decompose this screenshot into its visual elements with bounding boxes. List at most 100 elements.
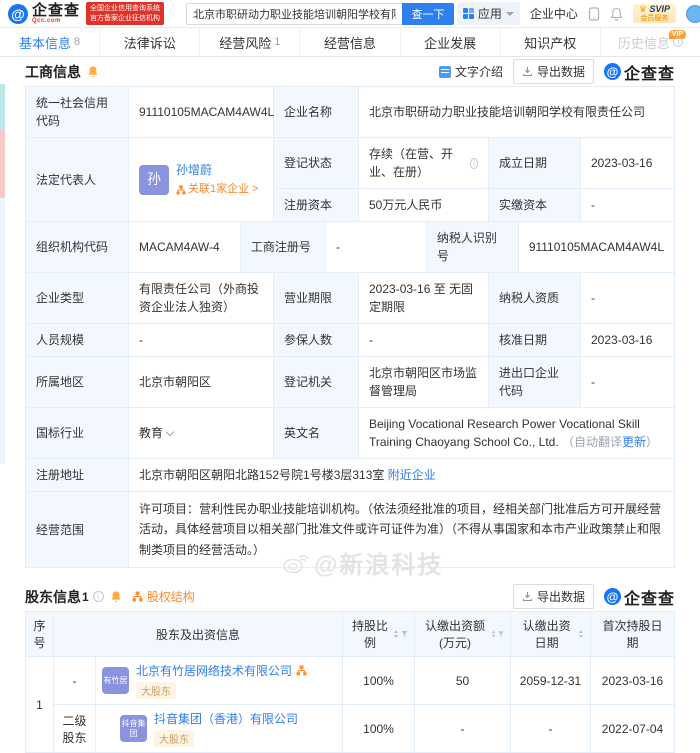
chevron-down-icon (505, 11, 514, 16)
qcc-watermark: @ 企查查 (603, 60, 675, 84)
field-label: 组织机构代码 (26, 222, 129, 272)
staff-size-value: - (129, 324, 274, 356)
column-header-amount[interactable]: 认缴出资额(万元) (414, 611, 511, 658)
business-info-table: 统一社会信用代码 91110105MACAM4AW4L 企业名称 北京市职研动力… (25, 86, 675, 569)
business-info-header: 工商信息 文字介绍 导出数据 @ 企查查 (0, 57, 700, 86)
text-intro-button[interactable]: 文字介绍 (438, 63, 503, 80)
filter-icon (401, 631, 408, 638)
info-icon[interactable]: i (469, 157, 478, 169)
notification-bell-icon[interactable] (610, 7, 623, 21)
taxpayer-id-value: 91110105MACAM4AW4L (528, 240, 664, 254)
tab-operating-info[interactable]: 经营信息 (300, 28, 401, 56)
qcc-logo-icon: @ (603, 63, 621, 80)
first-date-cell: 2023-03-16 (590, 656, 675, 706)
apps-menu[interactable]: 应用 (456, 2, 520, 25)
registered-capital-value: 50万元人民币 (359, 189, 489, 221)
status-value: 存续（在营、开业、在册） i (359, 138, 489, 188)
subscribe-bell-icon[interactable] (87, 65, 99, 78)
field-label: 参保人数 (274, 324, 359, 356)
tab-history-info[interactable]: 历史信息 VIP (601, 28, 700, 56)
shareholder-info-cell: 有竹居 北京有竹居网络技术有限公司 大股东 (95, 656, 343, 706)
qcc-brand[interactable]: @ 企查查 Qcc.com 全国企业信用查询系统 官方备案企业征信机构 (8, 2, 165, 25)
amount-cell: 50 (414, 656, 511, 706)
qcc-watermark: @ 企查查 (603, 585, 675, 609)
field-label: 国标行业 (26, 408, 129, 458)
registration-authority-value: 北京市朝阳区市场监督管理局 (359, 357, 489, 407)
company-logo: 抖音集团 (120, 715, 147, 743)
tab-intellectual-property[interactable]: 知识产权 (501, 28, 601, 56)
registered-address-value: 北京市朝阳区朝阳北路152号院1号楼3层313室 附近企业 (139, 466, 436, 484)
sort-icon (491, 630, 496, 638)
search-button[interactable]: 查一下 (402, 2, 455, 25)
enterprise-center-link[interactable]: 企业中心 (530, 5, 578, 22)
document-icon (438, 65, 451, 78)
user-avatar[interactable] (686, 4, 700, 23)
legal-rep-avatar[interactable]: 孙 (139, 164, 169, 195)
org-chart-icon (296, 665, 307, 676)
svip-membership-badge[interactable]: ♛ SVIP 会员服务 (632, 3, 676, 24)
company-tabs: 基本信息 8 法律诉讼 经营风险 1 经营信息 企业发展 知识产权 历史信息 VIP (0, 28, 700, 57)
field-label: 纳税人识别号 (426, 222, 519, 272)
company-name-value: 北京市职研动力职业技能培训朝阳学校有限责任公司 (369, 105, 646, 119)
export-data-button[interactable]: 导出数据 (512, 59, 594, 84)
field-label: 企业名称 (274, 87, 359, 137)
registration-no-value: - (326, 222, 427, 272)
ratio-cell: 100% (342, 704, 415, 753)
import-export-code-value: - (591, 375, 595, 389)
amount-cell: - (414, 704, 511, 753)
column-header-date[interactable]: 认缴出资日期 (510, 611, 591, 658)
crown-icon: ♛ (638, 3, 647, 14)
apps-grid-icon (462, 8, 474, 19)
chevron-down-icon (165, 427, 175, 436)
tab-basic-info[interactable]: 基本信息 8 (0, 28, 101, 56)
download-icon (522, 592, 533, 602)
region-value: 北京市朝阳区 (129, 357, 274, 407)
export-data-button[interactable]: 导出数据 (512, 584, 594, 610)
shareholder-name-link[interactable]: 抖音集团（香港）有限公司 (154, 710, 298, 727)
info-icon[interactable]: i (92, 591, 104, 603)
tab-company-development[interactable]: 企业发展 (401, 28, 501, 56)
shareholders-table: 序号 股东及出资信息 持股比例 认缴出资额(万元) 认缴出资日期 首次持股日期 … (25, 611, 675, 753)
equity-structure-link[interactable]: 股权结构 (132, 588, 195, 605)
qcc-logo-icon: @ (8, 3, 28, 24)
legal-rep-cell: 孙 孙增蔚 关联1家企业 > (129, 138, 274, 221)
shareholder-name-link[interactable]: 北京有竹居网络技术有限公司 (136, 662, 292, 679)
column-header-first-date: 首次持股日期 (590, 611, 675, 658)
mobile-app-icon[interactable] (588, 6, 600, 21)
tab-legal-litigation[interactable]: 法律诉讼 (100, 28, 201, 56)
ratio-cell: 100% (342, 656, 415, 706)
field-label: 人员规模 (26, 324, 129, 356)
org-chart-icon (132, 591, 143, 602)
column-header-ratio[interactable]: 持股比例 (342, 611, 415, 658)
major-shareholder-tag: 大股东 (154, 730, 194, 748)
field-label: 统一社会信用代码 (26, 87, 129, 137)
subscribe-bell-icon[interactable] (110, 590, 122, 603)
org-chart-icon (176, 185, 186, 194)
field-label: 英文名 (274, 408, 359, 458)
field-label: 注册资本 (274, 189, 359, 221)
field-label: 注册地址 (26, 459, 129, 491)
qcc-logo-icon: @ (603, 588, 621, 606)
legal-rep-name-link[interactable]: 孙增蔚 (176, 161, 259, 179)
translate-update-link[interactable]: 更新 (622, 435, 646, 449)
level-cell: - (53, 656, 96, 706)
english-name-value: Beijing Vocational Research Power Vocati… (369, 417, 659, 449)
sort-icon (579, 630, 584, 638)
field-label: 实缴资本 (489, 189, 581, 221)
establish-date-value: 2023-03-16 (591, 156, 653, 170)
company-logo: 有竹居 (102, 667, 129, 695)
nearby-companies-link[interactable]: 附近企业 (388, 466, 436, 484)
field-label: 纳税人资质 (489, 273, 581, 323)
taxpayer-quality-value: - (591, 291, 595, 305)
field-label: 经营范围 (26, 492, 129, 568)
tab-operating-risk[interactable]: 经营风险 1 (200, 28, 301, 56)
top-bar: @ 企查查 Qcc.com 全国企业信用查询系统 官方备案企业征信机构 查一下 … (0, 0, 700, 28)
industry-value[interactable]: 教育 (129, 408, 274, 458)
field-label: 登记状态 (274, 138, 359, 188)
field-label: 登记机关 (274, 357, 359, 407)
level-cell: 二级股东 (53, 704, 96, 753)
related-companies-link[interactable]: 关联1家企业 > (176, 181, 259, 198)
search-input[interactable] (186, 2, 403, 25)
field-label: 工商注册号 (240, 222, 326, 272)
clock-icon (672, 37, 683, 47)
